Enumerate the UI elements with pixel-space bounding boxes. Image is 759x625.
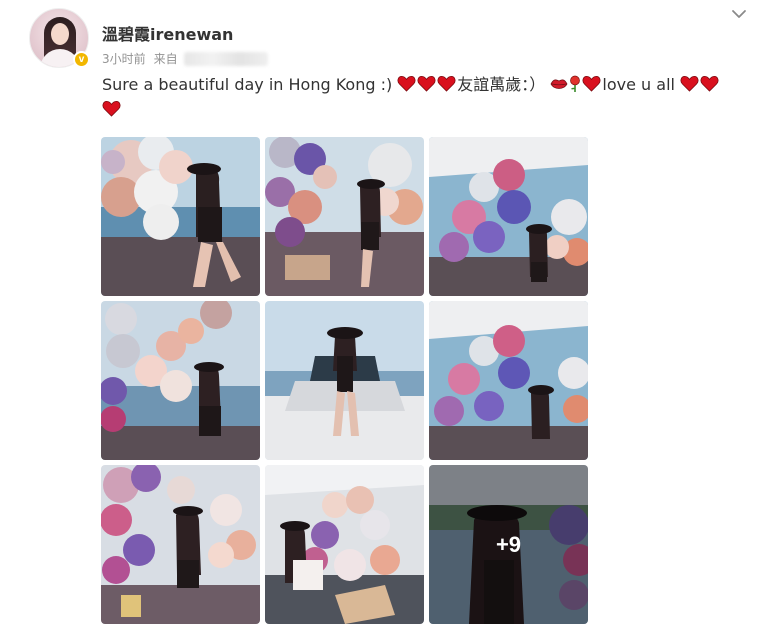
post-meta: 3小时前 来自 xyxy=(102,50,268,67)
photo-thumbnail[interactable] xyxy=(265,465,424,624)
username[interactable]: 溫碧霞irenewan xyxy=(102,21,233,45)
heart-icon xyxy=(437,76,456,92)
post-text-part-1: Sure a beautiful day in Hong Kong :) xyxy=(102,75,393,94)
post-text-part-3: love u all xyxy=(602,75,675,94)
photo-grid: +9 xyxy=(101,137,588,624)
more-photos-count[interactable]: +9 xyxy=(429,465,588,624)
lips-icon xyxy=(550,79,568,89)
verified-icon: v xyxy=(73,51,90,68)
photo-thumbnail[interactable] xyxy=(265,137,424,296)
photo-thumbnail[interactable] xyxy=(101,465,260,624)
photo-thumbnail[interactable] xyxy=(101,301,260,460)
photo-thumbnail[interactable] xyxy=(429,301,588,460)
rose-icon xyxy=(570,75,581,92)
source-blurred xyxy=(183,51,268,66)
heart-icon xyxy=(102,101,121,117)
from-label: 来自 xyxy=(153,52,178,66)
photo-thumbnail[interactable] xyxy=(429,137,588,296)
post-text-part-2: 友誼萬歲：） xyxy=(457,75,546,94)
post-time[interactable]: 3小时前 xyxy=(102,50,146,67)
chevron-down-icon[interactable] xyxy=(729,4,749,24)
photo-thumbnail[interactable] xyxy=(101,137,260,296)
photo-thumbnail[interactable] xyxy=(265,301,424,460)
heart-icon xyxy=(680,76,699,92)
weibo-post-card: v 溫碧霞irenewan 3小时前 来自 Sure a beautiful d… xyxy=(0,0,759,625)
heart-icon xyxy=(582,76,601,92)
heart-icon xyxy=(700,76,719,92)
heart-icon xyxy=(397,76,416,92)
heart-icon xyxy=(417,76,436,92)
post-text: Sure a beautiful day in Hong Kong :) 友誼萬… xyxy=(102,72,752,122)
photo-thumbnail-more[interactable]: +9 xyxy=(429,465,588,624)
